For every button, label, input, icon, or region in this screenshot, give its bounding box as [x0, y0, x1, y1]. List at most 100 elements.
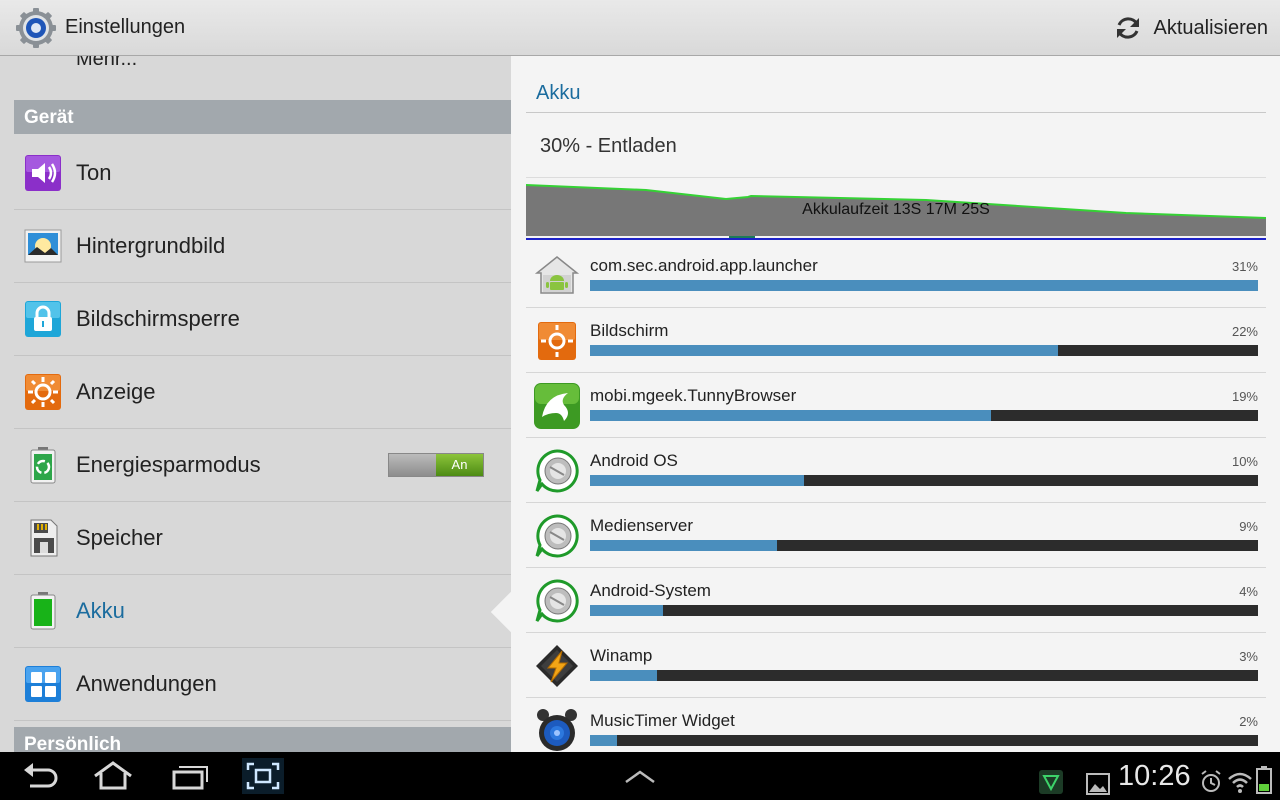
settings-item-screen-lock[interactable]: Bildschirmsperre [14, 283, 511, 356]
applications-icon [25, 666, 61, 702]
usage-bar-fill [590, 475, 804, 486]
app-name: com.sec.android.app.launcher [590, 256, 818, 275]
home-icon[interactable] [92, 758, 134, 794]
usage-percent: 2% [1239, 714, 1258, 729]
usage-bar [590, 280, 1258, 291]
usage-percent: 9% [1239, 519, 1258, 534]
app-name: Medienserver [590, 516, 693, 535]
usage-bar-fill [590, 735, 617, 746]
usage-row-dolphin-browser[interactable]: mobi.mgeek.TunnyBrowser 19% [526, 373, 1266, 438]
usage-percent: 22% [1231, 324, 1258, 339]
settings-item-label: Anwendungen [76, 671, 217, 696]
settings-item-sound[interactable]: Ton [14, 137, 511, 210]
launcher-icon [534, 256, 580, 294]
usage-bar-fill [590, 670, 657, 681]
battery-status: 30% - Entladen [540, 135, 677, 157]
android-system-icon [535, 579, 579, 623]
shield-notification-icon[interactable] [1038, 764, 1064, 800]
usage-bar-fill [590, 410, 991, 421]
usage-bar [590, 735, 1258, 746]
settings-item-power-saving[interactable]: Energiesparmodus An [14, 429, 511, 502]
settings-item-applications[interactable]: Anwendungen [14, 648, 511, 721]
app-name: Bildschirm [590, 321, 669, 340]
app-name: mobi.mgeek.TunnyBrowser [590, 386, 797, 405]
power-saving-icon [30, 447, 56, 484]
usage-row-music-timer[interactable]: MusicTimer Widget 2% [526, 698, 1266, 752]
settings-item-label: Ton [76, 160, 112, 185]
display-icon [25, 374, 61, 410]
system-bar: 10:26 [0, 752, 1280, 800]
toggle-knob [389, 454, 436, 476]
app-name: Android-System [590, 581, 711, 600]
screenshot-icon[interactable] [242, 758, 284, 794]
refresh-button[interactable]: Aktualisieren [1113, 10, 1268, 46]
usage-bar [590, 410, 1258, 421]
usage-bar-fill [590, 540, 778, 551]
settings-item-label: Energiesparmodus [76, 452, 261, 477]
usage-bar-fill [590, 345, 1058, 356]
usage-row-media-server[interactable]: Medienserver 9% [526, 503, 1266, 568]
usage-row-android-system[interactable]: Android-System 4% [526, 568, 1266, 633]
settings-item-battery[interactable]: Akku [14, 575, 511, 648]
settings-list: Mehr... Gerät Ton Hintergrundbild Bildsc… [0, 56, 511, 752]
battery-detail-panel: Akku 30% - Entladen Akkulaufzeit 13S 17M… [511, 56, 1280, 752]
media-server-icon [535, 514, 579, 558]
usage-bar [590, 605, 1258, 616]
app-name: Winamp [590, 646, 653, 665]
alarm-icon [1201, 770, 1221, 792]
clock[interactable]: 10:26 [1118, 760, 1191, 793]
chevron-up-icon[interactable] [622, 758, 658, 794]
storage-icon [30, 519, 58, 557]
sound-icon [25, 155, 61, 191]
settings-item-storage[interactable]: Speicher [14, 502, 511, 575]
gallery-notification-icon[interactable] [1086, 766, 1110, 800]
usage-percent: 3% [1239, 649, 1258, 664]
refresh-icon [1117, 17, 1140, 39]
alarm-clock-icon [537, 709, 577, 751]
power-saving-toggle[interactable]: An [388, 453, 484, 477]
wifi-icon [1228, 772, 1252, 793]
settings-item-label: Hintergrundbild [76, 233, 226, 258]
settings-item-display[interactable]: Anzeige [14, 356, 511, 429]
settings-item-label: Anzeige [76, 379, 156, 404]
toggle-on-label: An [436, 454, 483, 476]
refresh-label: Aktualisieren [1153, 16, 1268, 39]
dolphin-browser-icon [534, 383, 580, 429]
settings-item-label: Bildschirmsperre [76, 306, 240, 331]
usage-row-android-os[interactable]: Android OS 10% [526, 438, 1266, 503]
brightness-icon [538, 322, 576, 360]
usage-bar [590, 670, 1258, 681]
app-name: Android OS [590, 451, 678, 470]
more-item[interactable]: Mehr... [76, 56, 137, 71]
usage-row-screen[interactable]: Bildschirm 22% [526, 308, 1266, 373]
usage-percent: 31% [1231, 259, 1258, 274]
usage-bar-fill [590, 280, 1258, 291]
battery-runtime-label: Akkulaufzeit 13S 17M 25S [802, 201, 990, 218]
battery-status-icon [1256, 766, 1272, 794]
battery-history-graph[interactable]: Akkulaufzeit 13S 17M 25S [525, 178, 1267, 240]
app-name: MusicTimer Widget [590, 711, 735, 730]
back-icon[interactable] [20, 758, 60, 794]
usage-percent: 10% [1231, 454, 1258, 469]
wallpaper-icon [24, 229, 62, 263]
battery-icon [30, 592, 56, 630]
title-divider [526, 112, 1266, 113]
settings-item-label: Akku [76, 598, 125, 623]
recent-apps-icon[interactable] [170, 758, 210, 794]
lock-icon [25, 301, 61, 337]
action-bar: Einstellungen Aktualisieren [0, 0, 1280, 56]
usage-percent: 4% [1239, 584, 1258, 599]
section-header-personal: Persönlich [14, 727, 511, 752]
panel-title: Akku [536, 82, 581, 104]
settings-gear-icon[interactable] [14, 6, 58, 50]
usage-row-launcher[interactable]: com.sec.android.app.launcher 31% [526, 243, 1266, 308]
usage-row-winamp[interactable]: Winamp 3% [526, 633, 1266, 698]
usage-percent: 19% [1231, 389, 1258, 404]
settings-item-wallpaper[interactable]: Hintergrundbild [14, 210, 511, 283]
usage-bar [590, 345, 1258, 356]
winamp-icon [536, 645, 578, 687]
usage-bar [590, 540, 1258, 551]
usage-bar [590, 475, 1258, 486]
app-title: Einstellungen [65, 16, 186, 38]
settings-item-label: Speicher [76, 525, 163, 550]
